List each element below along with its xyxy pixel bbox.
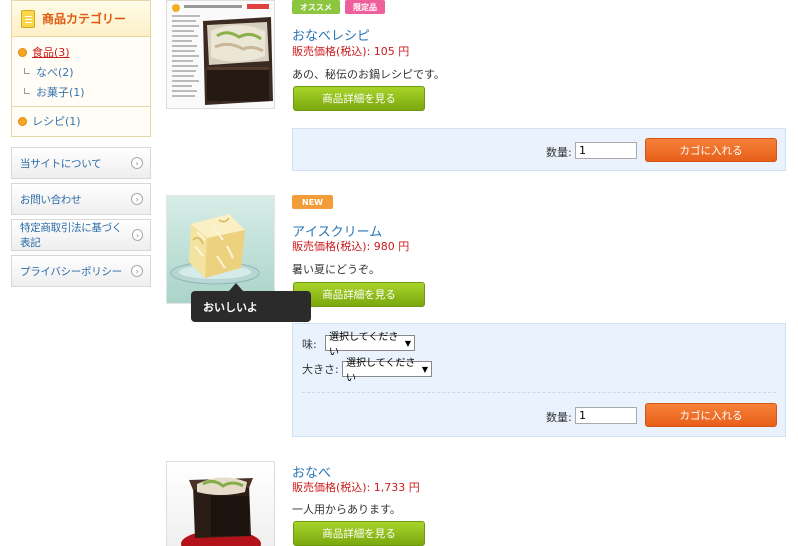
category-label: 食品(3) [32,46,70,59]
cart-box: 味: 選択してください ▼ 大きさ: 選択してください ▼ 数量: カゴに入れる [292,323,786,437]
add-to-cart-button[interactable]: カゴに入れる [645,403,777,427]
product-description: あの、秘伝のお鍋レシピです。 [292,68,445,81]
link-label: プライバシーポリシー [20,265,122,278]
chevron-right-icon: › [131,157,143,169]
detail-button[interactable]: 商品詳細を見る [293,521,425,546]
detail-button[interactable]: 商品詳細を見る [293,282,425,307]
dropdown-arrow-icon: ▼ [421,364,428,374]
product-description: 暑い夏にどうぞ。 [292,263,380,276]
add-to-cart-button[interactable]: カゴに入れる [645,138,777,162]
product-image-recipe[interactable] [166,0,275,109]
category-list: 食品(3) なべ(2) お菓子(1) レシピ(1) [12,37,150,136]
link-legal[interactable]: 特定商取引法に基づく表記 › [11,219,151,251]
category-label: レシピ(1) [32,115,81,128]
product-price: 販売価格(税込): 1,733 円 [292,481,420,494]
detail-button[interactable]: 商品詳細を見る [293,86,425,111]
category-title: 商品カテゴリー [42,12,127,26]
divider [302,392,776,393]
tag-limited: 限定品 [345,0,385,14]
category-header: 商品カテゴリー [12,1,150,37]
option-label-flavor: 味: [302,338,317,351]
quantity-input[interactable] [575,142,637,159]
chevron-right-icon: › [131,193,143,205]
product-price: 販売価格(税込): 105 円 [292,45,410,58]
link-label: お問い合わせ [20,193,82,206]
select-value: 選択してください [346,358,416,384]
link-privacy[interactable]: プライバシーポリシー › [11,255,151,287]
bullet-icon [18,47,27,57]
link-about[interactable]: 当サイトについて › [11,147,151,179]
chevron-right-icon: › [131,265,143,277]
category-label: お菓子(1) [36,86,85,99]
flavor-select[interactable]: 選択してください ▼ [325,332,415,358]
product-image-nabe[interactable] [166,461,275,546]
category-recipe[interactable]: レシピ(1) [18,111,144,131]
sidebar: 商品カテゴリー 食品(3) なべ(2) お菓子(1) レシピ(1) 当サイトにつ… [11,0,151,287]
product-description: 一人用からあります。 [292,503,401,516]
divider [12,106,150,107]
tag-recommend: オススメ [292,0,340,14]
size-select[interactable]: 選択してください ▼ [342,358,432,384]
tag-new: NEW [292,195,333,209]
category-nabe[interactable]: なべ(2) [18,62,144,82]
icecream-thumbnail [167,196,274,303]
category-food[interactable]: 食品(3) [18,42,144,62]
quantity-input[interactable] [575,407,637,424]
category-box: 商品カテゴリー 食品(3) なべ(2) お菓子(1) レシピ(1) [11,0,151,137]
product-price: 販売価格(税込): 980 円 [292,240,410,253]
bullet-icon [18,116,27,126]
recipe-thumbnail [167,1,274,108]
link-label: 当サイトについて [20,157,102,170]
quantity-label: 数量: [546,411,572,424]
product-name[interactable]: おなべレシピ [292,25,370,44]
link-contact[interactable]: お問い合わせ › [11,183,151,215]
quantity-label: 数量: [546,146,572,159]
document-icon [21,9,35,28]
dropdown-arrow-icon: ▼ [404,338,411,348]
category-sweets[interactable]: お菓子(1) [18,82,144,102]
category-label: なべ(2) [36,66,74,79]
option-label-size: 大きさ: [302,363,339,376]
product-image-icecream[interactable] [166,195,275,304]
page: 商品カテゴリー 食品(3) なべ(2) お菓子(1) レシピ(1) 当サイトにつ… [0,0,798,546]
tree-branch-icon [24,68,30,74]
tree-branch-icon [24,88,30,94]
cart-box: 数量: カゴに入れる [292,128,786,171]
nabe-thumbnail [167,462,274,546]
tooltip: おいしいよ [191,283,311,322]
chevron-right-icon: › [131,229,143,241]
link-label: 特定商取引法に基づく表記 [20,222,122,249]
